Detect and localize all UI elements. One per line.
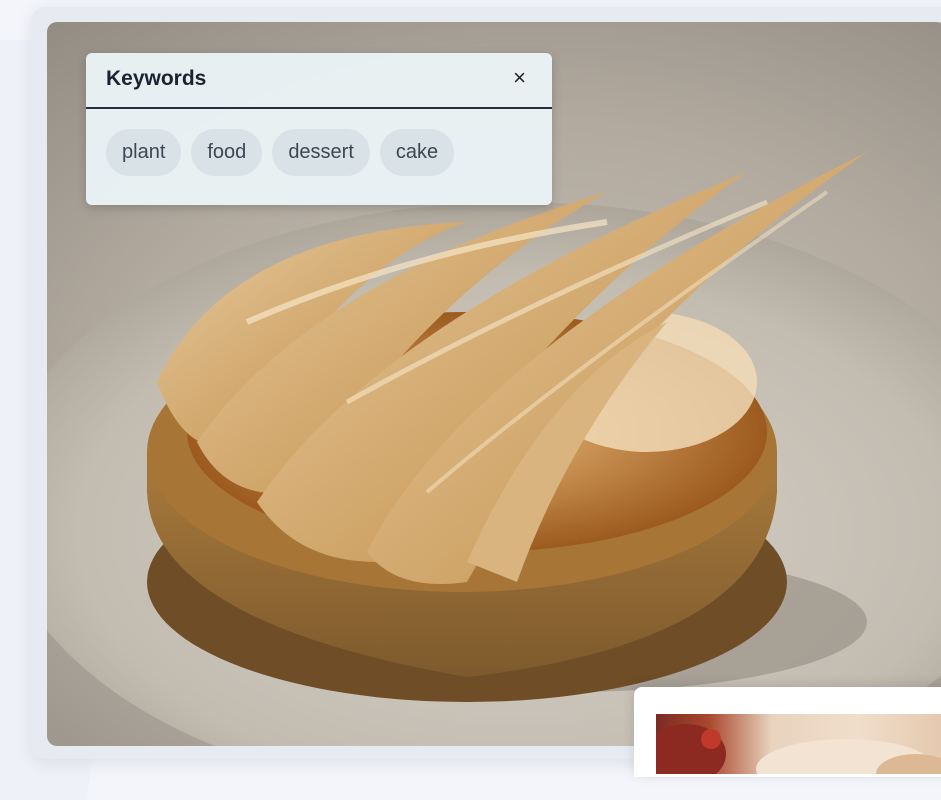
keyword-tag-list: plant food dessert cake [106,129,455,176]
keywords-header: Keywords × [86,53,552,109]
close-icon[interactable]: × [513,67,526,89]
keyword-tag[interactable]: cake [379,129,455,176]
keywords-panel: Keywords × plant food dessert cake [86,53,552,205]
dessert-thumbnail [656,714,941,774]
keyword-tag[interactable]: plant [106,129,182,176]
keyword-tag[interactable]: food [191,129,263,176]
thumbnail-card[interactable] [634,687,941,777]
keywords-title: Keywords [106,67,207,90]
keyword-tag[interactable]: dessert [272,129,370,176]
